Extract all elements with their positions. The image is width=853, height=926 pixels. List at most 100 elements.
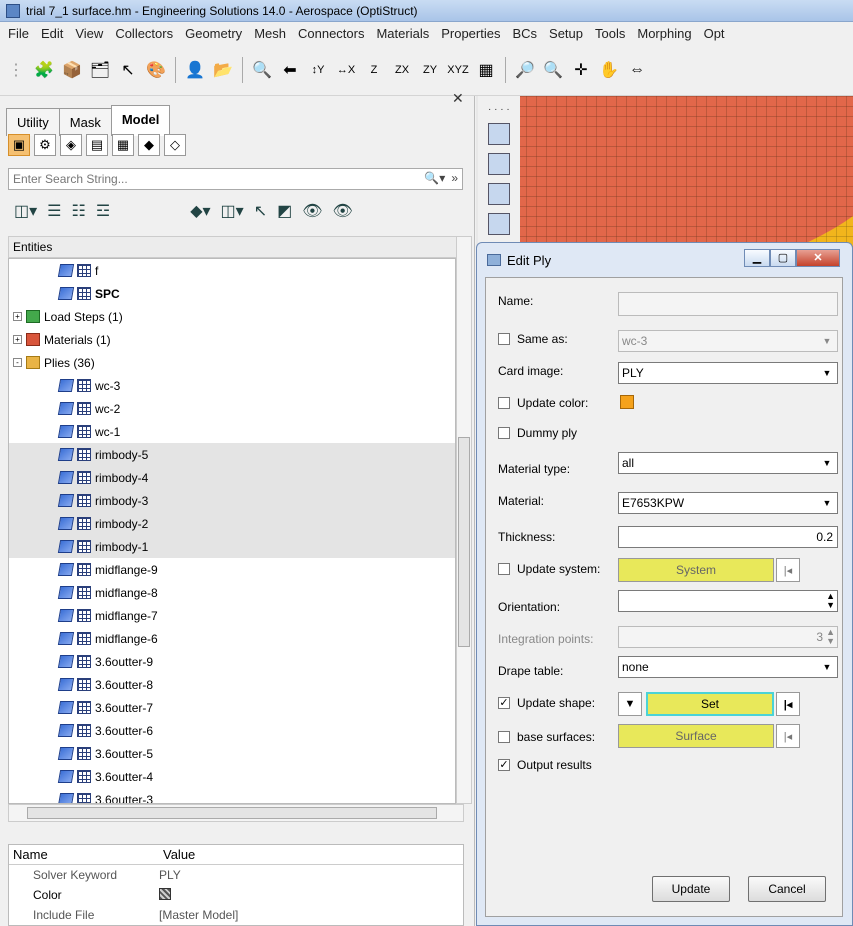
ply-create-icon[interactable]: ◫▾ <box>14 201 37 221</box>
list-view-icon[interactable]: ☰ <box>47 201 61 221</box>
tab-mask[interactable]: Mask <box>58 108 112 136</box>
same-as-select[interactable]: wc-3 ▼ <box>618 330 838 352</box>
tree-row[interactable]: + Load Steps (1) <box>9 305 455 328</box>
tree-row[interactable]: 3.6outter-4 <box>9 765 455 788</box>
close-icon[interactable]: ✕ <box>452 90 464 107</box>
model-icon[interactable]: 🧩 <box>32 58 56 82</box>
card-image-select[interactable]: PLY ▼ <box>618 362 838 384</box>
tree-row[interactable]: wc-3 <box>9 374 455 397</box>
tree-row[interactable]: + Materials (1) <box>9 328 455 351</box>
folder-icon[interactable]: 📂 <box>211 58 235 82</box>
paint-icon[interactable]: 🎨 <box>144 58 168 82</box>
tree-row[interactable]: 3.6outter-6 <box>9 719 455 742</box>
menu-item[interactable]: Collectors <box>109 26 179 41</box>
loadstep-view-icon[interactable]: ◆ <box>138 134 160 156</box>
system-reset-icon[interactable]: |◂ <box>776 558 800 582</box>
table-row[interactable]: Include File [Master Model] <box>9 905 463 925</box>
tab-utility[interactable]: Utility <box>6 108 60 136</box>
tree-row[interactable]: - Plies (36) <box>9 351 455 374</box>
tree-row[interactable]: rimbody-4 <box>9 466 455 489</box>
show-one-icon[interactable]: 👁 <box>333 201 353 221</box>
table-row[interactable]: Solver Keyword PLY <box>9 865 463 885</box>
zoom-in-icon[interactable]: 🔎 <box>513 58 537 82</box>
menu-item[interactable]: File <box>2 26 35 41</box>
scroll-thumb[interactable] <box>458 437 470 647</box>
select-arrow-icon[interactable]: ↖ <box>254 201 267 221</box>
system-button[interactable]: System <box>618 558 774 582</box>
tree-row[interactable]: 3.6outter-9 <box>9 650 455 673</box>
menu-item[interactable]: Mesh <box>248 26 292 41</box>
surface-button[interactable]: Surface <box>618 724 774 748</box>
search-input[interactable]: Enter Search String... 🔍▾ » <box>8 168 463 190</box>
output-results-checkbox[interactable]: ✓ Output results <box>498 758 592 772</box>
chevron-down-icon[interactable]: ▼ <box>618 692 642 716</box>
rotate-icon[interactable]: ✛ <box>569 58 593 82</box>
ply-realize-icon[interactable] <box>488 213 510 235</box>
menu-item[interactable]: Edit <box>35 26 69 41</box>
assembly-view-icon[interactable]: ⚙ <box>34 134 56 156</box>
view-zx-icon[interactable]: ZX <box>390 58 414 82</box>
back-arrow-icon[interactable]: ⬅ <box>278 58 302 82</box>
zoom-icon[interactable]: 🔍 <box>250 58 274 82</box>
update-color-checkbox[interactable]: Update color: <box>498 396 588 410</box>
tree-row[interactable]: midflange-9 <box>9 558 455 581</box>
menu-item[interactable]: Opt <box>698 26 731 41</box>
expand-toggle-icon[interactable]: + <box>13 335 22 344</box>
menu-item[interactable]: View <box>69 26 109 41</box>
property-view-icon[interactable]: ▦ <box>112 134 134 156</box>
material-view-icon[interactable]: ▤ <box>86 134 108 156</box>
minimize-button[interactable]: ▁ <box>744 249 770 267</box>
checkbox[interactable] <box>498 397 510 409</box>
tree-row[interactable]: midflange-7 <box>9 604 455 627</box>
view-y-icon[interactable]: ↕Y <box>306 58 330 82</box>
tree-row[interactable]: 3.6outter-3 <box>9 788 455 803</box>
surface-reset-icon[interactable]: |◂ <box>776 724 800 748</box>
set-button[interactable]: Set <box>646 692 774 716</box>
spinner-icon[interactable]: ▲ ▼ <box>826 592 835 610</box>
tree-row[interactable]: midflange-8 <box>9 581 455 604</box>
update-system-checkbox[interactable]: Update system: <box>498 562 600 576</box>
menu-item[interactable]: Setup <box>543 26 589 41</box>
view-zy-icon[interactable]: ZY <box>418 58 442 82</box>
name-field[interactable] <box>618 292 838 316</box>
menu-item[interactable]: Geometry <box>179 26 248 41</box>
tree-row[interactable]: 3.6outter-5 <box>9 742 455 765</box>
tree-row[interactable]: 3.6outter-8 <box>9 673 455 696</box>
view-x-icon[interactable]: ↔X <box>334 58 358 82</box>
table-row[interactable]: Color <box>9 885 463 905</box>
checkbox[interactable]: ✓ <box>498 697 510 709</box>
ply-review-icon[interactable] <box>488 153 510 175</box>
material-type-select[interactable]: all ▼ <box>618 452 838 474</box>
component-icon[interactable]: 📦 <box>60 58 84 82</box>
checkbox[interactable] <box>498 563 510 575</box>
user-icon[interactable]: 👤 <box>183 58 207 82</box>
checkbox[interactable] <box>498 731 510 743</box>
tree-row[interactable]: f <box>9 259 455 282</box>
tree-vertical-scrollbar[interactable] <box>456 236 472 804</box>
ply-display-icon[interactable] <box>488 123 510 145</box>
tree-row[interactable]: rimbody-1 <box>9 535 455 558</box>
cancel-button[interactable]: Cancel <box>748 876 826 902</box>
component-view-icon[interactable]: ▣ <box>8 134 30 156</box>
translate-icon[interactable]: ⇔ <box>625 58 649 82</box>
checkbox[interactable] <box>498 427 510 439</box>
scroll-thumb[interactable] <box>27 807 437 819</box>
menu-item[interactable]: Connectors <box>292 26 370 41</box>
color-swatch[interactable] <box>620 395 634 409</box>
same-as-checkbox[interactable]: Same as: <box>498 332 568 346</box>
tree-row[interactable]: rimbody-2 <box>9 512 455 535</box>
update-shape-checkbox[interactable]: ✓ Update shape: <box>498 696 595 710</box>
flat-view-icon[interactable]: ☲ <box>96 201 110 221</box>
tree-row[interactable]: wc-2 <box>9 397 455 420</box>
include-view-icon[interactable]: ◈ <box>60 134 82 156</box>
shaded-icon[interactable]: ◆▾ <box>190 201 210 221</box>
base-surfaces-checkbox[interactable]: base surfaces: <box>498 730 595 744</box>
menu-item[interactable]: Morphing <box>631 26 697 41</box>
menu-item[interactable]: Properties <box>435 26 506 41</box>
tree-row[interactable]: rimbody-3 <box>9 489 455 512</box>
close-button[interactable]: ✕ <box>796 249 840 267</box>
shape-reset-icon[interactable]: |◂ <box>776 692 800 716</box>
tree-row[interactable]: SPC <box>9 282 455 305</box>
tree-row[interactable]: wc-1 <box>9 420 455 443</box>
view-perspective-icon[interactable]: ▦ <box>474 58 498 82</box>
